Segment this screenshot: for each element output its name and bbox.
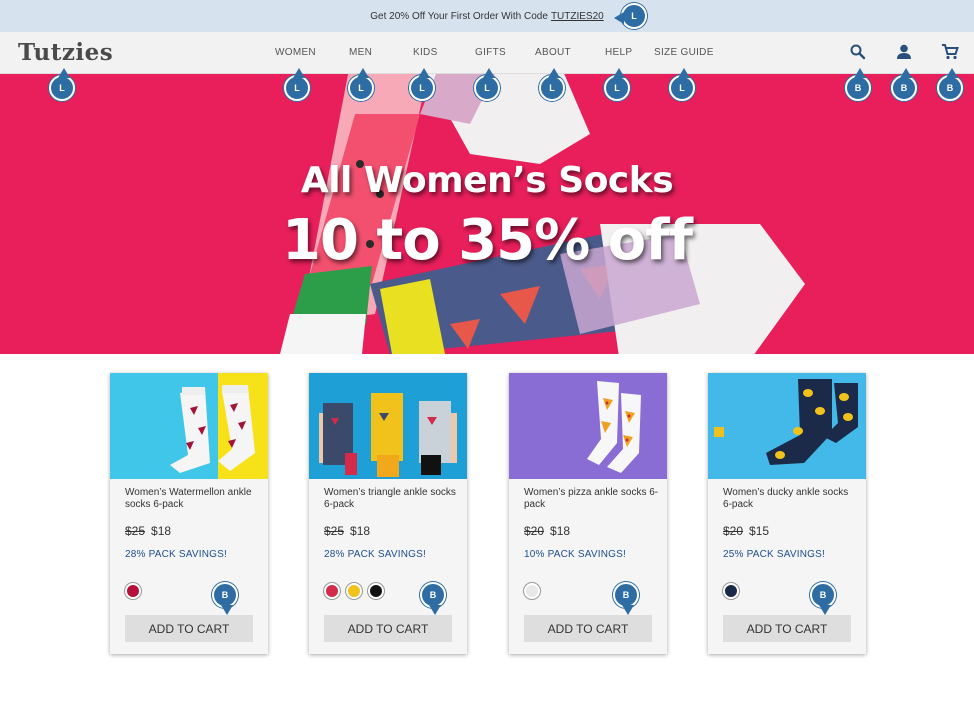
product-price: $20 $15 — [723, 524, 769, 538]
link-marker: L — [49, 68, 75, 101]
product-card[interactable]: Women’s Watermellon ankle socks 6-pack $… — [110, 373, 268, 654]
hero-banner[interactable]: All Women’s Socks 10 to 35% off — [0, 74, 974, 354]
link-marker: L — [539, 68, 565, 101]
button-marker: B — [845, 68, 871, 101]
nav-gifts[interactable]: GIFTS — [475, 47, 506, 58]
product-price: $20 $18 — [524, 524, 570, 538]
nav-help[interactable]: HELP — [605, 47, 632, 58]
add-to-cart-button[interactable]: ADD TO CART — [723, 615, 851, 642]
logo[interactable]: Tutzies — [18, 39, 113, 66]
link-marker: L — [669, 68, 695, 101]
add-to-cart-button[interactable]: ADD TO CART — [125, 615, 253, 642]
add-to-cart-button[interactable]: ADD TO CART — [524, 615, 652, 642]
sale-price: $15 — [749, 524, 770, 538]
nav-kids[interactable]: KIDS — [413, 47, 438, 58]
hero-subtitle: 10 to 35% off — [282, 208, 693, 273]
color-swatch[interactable] — [368, 583, 384, 599]
product-card[interactable]: Women’s ducky ankle socks 6-pack $20 $15 … — [708, 373, 866, 654]
pack-savings: 25% PACK SAVINGS! — [723, 549, 825, 560]
nav-men[interactable]: MEN — [349, 47, 372, 58]
button-marker: B — [937, 68, 963, 101]
button-marker: B — [810, 582, 836, 615]
link-marker: L — [614, 3, 647, 29]
old-price: $25 — [125, 524, 146, 538]
nav-size-guide[interactable]: SIZE GUIDE — [654, 47, 714, 58]
link-marker: L — [348, 68, 374, 101]
product-card[interactable]: Women’s triangle ankle socks 6-pack $25 $… — [309, 373, 467, 654]
search-icon[interactable] — [848, 42, 868, 62]
link-marker: L — [604, 68, 630, 101]
product-image[interactable] — [110, 373, 268, 479]
color-swatch[interactable] — [125, 583, 141, 599]
color-swatch[interactable] — [346, 583, 362, 599]
color-swatch[interactable] — [723, 583, 739, 599]
link-marker: L — [474, 68, 500, 101]
product-image[interactable] — [309, 373, 467, 479]
product-name[interactable]: Women’s ducky ankle socks 6-pack — [723, 487, 858, 511]
button-marker: B — [891, 68, 917, 101]
sale-price: $18 — [151, 524, 172, 538]
account-icon[interactable] — [894, 42, 914, 62]
color-swatch[interactable] — [524, 583, 540, 599]
pack-savings: 28% PACK SAVINGS! — [125, 549, 227, 560]
old-price: $25 — [324, 524, 345, 538]
link-marker: L — [409, 68, 435, 101]
button-marker: B — [420, 582, 446, 615]
pack-savings: 28% PACK SAVINGS! — [324, 549, 426, 560]
sale-price: $18 — [550, 524, 571, 538]
promo-bar: Get 20% Off Your First Order With Code T… — [0, 0, 974, 32]
color-swatch[interactable] — [324, 583, 340, 599]
product-name[interactable]: Women’s Watermellon ankle socks 6-pack — [125, 487, 260, 511]
nav-women[interactable]: WOMEN — [275, 47, 316, 58]
cart-icon[interactable] — [940, 42, 960, 62]
hero-title: All Women’s Socks — [300, 160, 674, 201]
button-marker: B — [613, 582, 639, 615]
promo-code-link[interactable]: TUTZIES20 — [551, 11, 604, 22]
product-name[interactable]: Women’s pizza ankle socks 6-pack — [524, 487, 659, 511]
nav-about[interactable]: ABOUT — [535, 47, 571, 58]
product-price: $25 $18 — [324, 524, 370, 538]
old-price: $20 — [524, 524, 545, 538]
promo-text: Get 20% Off Your First Order With Code — [370, 10, 548, 22]
button-marker: B — [212, 582, 238, 615]
old-price: $20 — [723, 524, 744, 538]
product-image[interactable] — [708, 373, 866, 479]
sale-price: $18 — [350, 524, 371, 538]
pack-savings: 10% PACK SAVINGS! — [524, 549, 626, 560]
product-image[interactable] — [509, 373, 667, 479]
product-price: $25 $18 — [125, 524, 171, 538]
product-name[interactable]: Women’s triangle ankle socks 6-pack — [324, 487, 459, 511]
product-card[interactable]: Women’s pizza ankle socks 6-pack $20 $18 … — [509, 373, 667, 654]
link-marker: L — [284, 68, 310, 101]
add-to-cart-button[interactable]: ADD TO CART — [324, 615, 452, 642]
